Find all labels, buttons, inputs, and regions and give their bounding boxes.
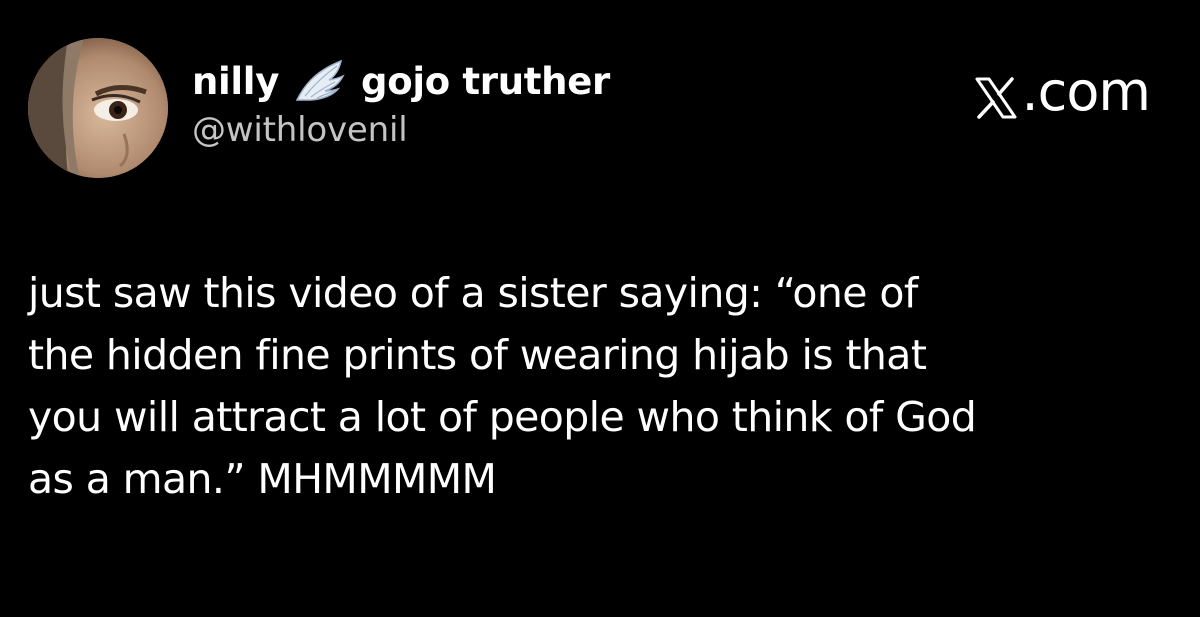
tweet-line: just saw this video of a sister saying: … bbox=[28, 269, 918, 317]
display-name-second: gojo truther bbox=[361, 59, 610, 103]
tweet-header: nilly gojo truther @withlovenil bbox=[192, 56, 610, 151]
brand-domain-label: .com bbox=[1021, 60, 1151, 123]
tweet-line: as a man.” MHMMMMM bbox=[28, 455, 497, 503]
x-com-brand: .com bbox=[974, 60, 1151, 123]
tweet-card: nilly gojo truther @withlovenil .com jus… bbox=[0, 0, 1200, 617]
tweet-body: just saw this video of a sister saying: … bbox=[28, 262, 1178, 510]
x-logo-icon bbox=[974, 70, 1018, 119]
avatar[interactable] bbox=[28, 38, 168, 178]
tweet-line: the hidden fine prints of wearing hijab … bbox=[28, 331, 927, 379]
display-name[interactable]: nilly gojo truther bbox=[192, 56, 610, 106]
tweet-line: you will attract a lot of people who thi… bbox=[28, 393, 977, 441]
wing-icon bbox=[293, 58, 347, 104]
user-handle[interactable]: @withlovenil bbox=[192, 110, 610, 150]
display-name-first: nilly bbox=[192, 59, 280, 103]
